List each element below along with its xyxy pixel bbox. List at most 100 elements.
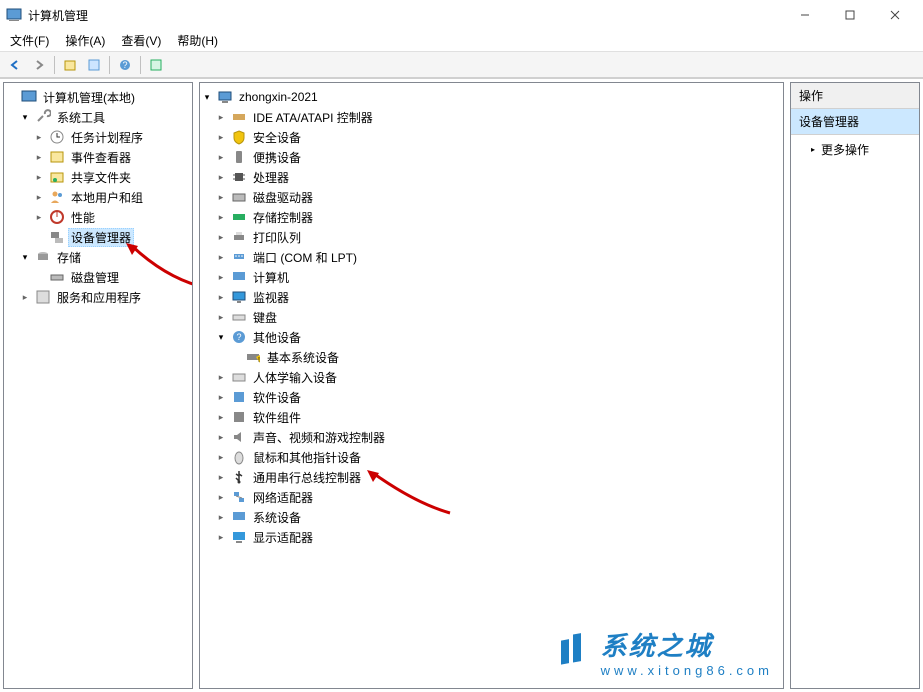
tree-task-scheduler[interactable]: 任务计划程序 — [4, 127, 192, 147]
services-icon — [35, 289, 51, 305]
printer-icon — [231, 229, 247, 245]
device-ide[interactable]: IDE ATA/ATAPI 控制器 — [200, 107, 783, 127]
up-button[interactable] — [59, 54, 81, 76]
watermark-icon — [553, 632, 593, 672]
device-monitors[interactable]: 监视器 — [200, 287, 783, 307]
toolbar-separator-2 — [109, 56, 110, 74]
tree-storage[interactable]: 存储 — [4, 247, 192, 267]
tree-local-users[interactable]: 本地用户和组 — [4, 187, 192, 207]
actions-selected: 设备管理器 — [791, 109, 919, 135]
users-icon — [49, 189, 65, 205]
watermark-name: 系统之城 — [601, 631, 713, 661]
window-title: 计算机管理 — [28, 7, 782, 24]
menu-file[interactable]: 文件(F) — [2, 30, 57, 51]
body: 计算机管理(本地) 系统工具 任务计划程序 事件查看器 共享文件夹 本地用户和组… — [0, 78, 923, 692]
device-disk-drives[interactable]: 磁盘驱动器 — [200, 187, 783, 207]
usb-icon — [231, 469, 247, 485]
menubar: 文件(F) 操作(A) 查看(V) 帮助(H) — [0, 30, 923, 52]
device-network[interactable]: 网络适配器 — [200, 487, 783, 507]
tree-shared-folders[interactable]: 共享文件夹 — [4, 167, 192, 187]
keyboard-icon — [231, 309, 247, 325]
app-icon — [6, 7, 22, 23]
device-computer[interactable]: 计算机 — [200, 267, 783, 287]
forward-button[interactable] — [28, 54, 50, 76]
right-pane: 操作 设备管理器 更多操作 — [790, 82, 920, 689]
hid-icon — [231, 369, 247, 385]
device-root[interactable]: zhongxin-2021 — [200, 87, 783, 107]
device-security[interactable]: 安全设备 — [200, 127, 783, 147]
computer-icon — [217, 89, 233, 105]
menu-help[interactable]: 帮助(H) — [169, 30, 226, 51]
back-button[interactable] — [4, 54, 26, 76]
clock-icon — [49, 129, 65, 145]
device-processors[interactable]: 处理器 — [200, 167, 783, 187]
security-icon — [231, 129, 247, 145]
warning-icon: ! — [245, 349, 261, 365]
device-usb[interactable]: 通用串行总线控制器 — [200, 467, 783, 487]
computer-management-icon — [21, 89, 37, 105]
device-mouse[interactable]: 鼠标和其他指针设备 — [200, 447, 783, 467]
properties-button[interactable] — [83, 54, 105, 76]
device-ports[interactable]: 端口 (COM 和 LPT) — [200, 247, 783, 267]
network-icon — [231, 489, 247, 505]
other-icon: ? — [231, 329, 247, 345]
action-more[interactable]: 更多操作 — [791, 135, 919, 164]
device-keyboards[interactable]: 键盘 — [200, 307, 783, 327]
cpu-icon — [231, 169, 247, 185]
monitor-icon — [231, 289, 247, 305]
svg-text:!: ! — [258, 357, 260, 364]
watermark: 系统之城 www.xitong86.com — [553, 626, 773, 678]
svg-text:?: ? — [122, 60, 127, 70]
svg-text:?: ? — [236, 332, 241, 342]
actions-header: 操作 — [791, 83, 919, 109]
device-display[interactable]: 显示适配器 — [200, 527, 783, 547]
device-software-comp[interactable]: 软件组件 — [200, 407, 783, 427]
sound-icon — [231, 429, 247, 445]
storage-icon — [35, 249, 51, 265]
menu-view[interactable]: 查看(V) — [113, 30, 169, 51]
software-icon — [231, 389, 247, 405]
shared-folder-icon — [49, 169, 65, 185]
device-storage-ctrl[interactable]: 存储控制器 — [200, 207, 783, 227]
device-software-dev[interactable]: 软件设备 — [200, 387, 783, 407]
device-print-queues[interactable]: 打印队列 — [200, 227, 783, 247]
tree-device-manager[interactable]: 设备管理器 — [4, 227, 192, 247]
storage-ctrl-icon — [231, 209, 247, 225]
performance-icon — [49, 209, 65, 225]
titlebar: 计算机管理 — [0, 0, 923, 30]
device-hid[interactable]: 人体学输入设备 — [200, 367, 783, 387]
tree-services-apps[interactable]: 服务和应用程序 — [4, 287, 192, 307]
disk-icon — [49, 269, 65, 285]
watermark-url: www.xitong86.com — [601, 663, 773, 678]
window: 计算机管理 文件(F) 操作(A) 查看(V) 帮助(H) ? 计算机管理(本地… — [0, 0, 923, 692]
tree-root-computer-management[interactable]: 计算机管理(本地) — [4, 87, 192, 107]
device-base-system[interactable]: !基本系统设备 — [200, 347, 783, 367]
component-icon — [231, 409, 247, 425]
device-tree: zhongxin-2021 IDE ATA/ATAPI 控制器 安全设备 便携设… — [200, 83, 783, 551]
device-portable[interactable]: 便携设备 — [200, 147, 783, 167]
tree-system-tools[interactable]: 系统工具 — [4, 107, 192, 127]
refresh-button[interactable] — [145, 54, 167, 76]
tree-performance[interactable]: 性能 — [4, 207, 192, 227]
device-sound[interactable]: 声音、视频和游戏控制器 — [200, 427, 783, 447]
hdd-icon — [231, 189, 247, 205]
device-system[interactable]: 系统设备 — [200, 507, 783, 527]
device-other[interactable]: ?其他设备 — [200, 327, 783, 347]
maximize-button[interactable] — [827, 0, 872, 30]
menu-action[interactable]: 操作(A) — [57, 30, 113, 51]
ide-icon — [231, 109, 247, 125]
close-button[interactable] — [872, 0, 917, 30]
toolbar: ? — [0, 52, 923, 78]
pc-icon — [231, 269, 247, 285]
tools-icon — [35, 109, 51, 125]
port-icon — [231, 249, 247, 265]
mouse-icon — [231, 449, 247, 465]
tree-disk-management[interactable]: 磁盘管理 — [4, 267, 192, 287]
minimize-button[interactable] — [782, 0, 827, 30]
tree-event-viewer[interactable]: 事件查看器 — [4, 147, 192, 167]
device-manager-icon — [49, 229, 65, 245]
toolbar-separator-3 — [140, 56, 141, 74]
system-icon — [231, 509, 247, 525]
center-pane: zhongxin-2021 IDE ATA/ATAPI 控制器 安全设备 便携设… — [199, 82, 784, 689]
help-button[interactable]: ? — [114, 54, 136, 76]
